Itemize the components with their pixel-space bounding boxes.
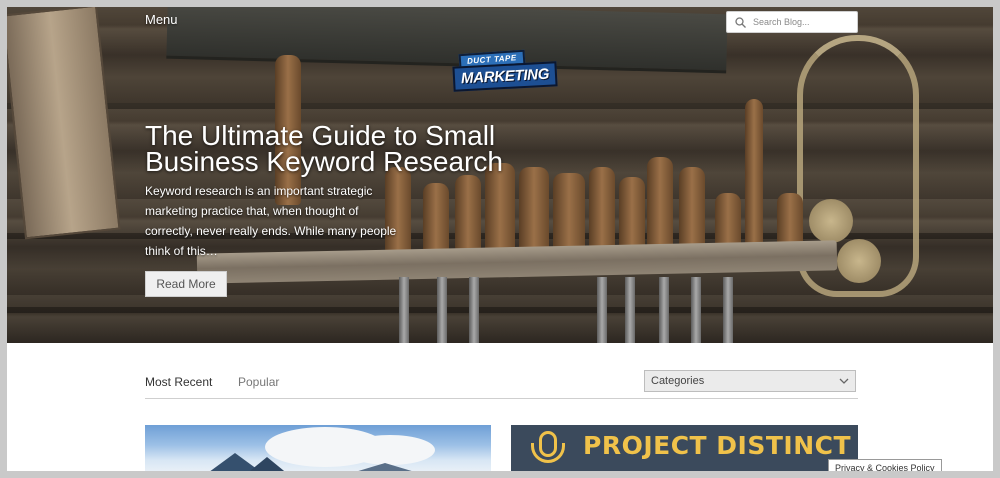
search-icon (735, 16, 746, 28)
tool-handle-image (423, 183, 449, 253)
search-box[interactable] (726, 11, 858, 33)
categories-select-value: Categories (651, 375, 705, 387)
menu-link[interactable]: Menu (145, 12, 178, 27)
mountain-shape (345, 463, 425, 471)
hero-title[interactable]: The Ultimate Guide to Small Business Key… (145, 122, 565, 176)
tool-handle-image (619, 177, 645, 253)
microphone-stand-icon (531, 443, 565, 463)
rope-knot-image (837, 239, 881, 283)
privacy-cookies-link[interactable]: Privacy & Cookies Policy (828, 459, 942, 471)
wood-board-image (7, 7, 121, 240)
tool-handle-image (553, 173, 585, 253)
chevron-down-icon (839, 378, 849, 384)
tool-handle-image (647, 157, 673, 253)
post-card-image[interactable] (145, 425, 491, 471)
chisel-blade-image (625, 277, 635, 343)
chisel-blade-image (659, 277, 669, 343)
chisel-blade-image (399, 277, 409, 343)
tool-handle-image (519, 167, 549, 251)
mountain-shape (245, 457, 289, 471)
page-frame: Menu DUCT TAPE MARKETING The Ultimate Gu… (7, 7, 993, 471)
post-card-title: PROJECT DISTINCT (583, 431, 852, 460)
tabs-divider (145, 398, 858, 399)
tab-most-recent[interactable]: Most Recent (145, 375, 212, 389)
hero-banner: Menu DUCT TAPE MARKETING The Ultimate Gu… (7, 7, 993, 343)
post-card-project-distinct[interactable]: PROJECT DISTINCT (511, 425, 858, 471)
search-input[interactable] (753, 17, 849, 27)
rope-knot-image (809, 199, 853, 243)
chisel-blade-image (469, 277, 479, 343)
site-logo[interactable]: DUCT TAPE MARKETING (452, 49, 558, 92)
tool-handle-image (745, 99, 763, 249)
chisel-blade-image (437, 277, 447, 343)
logo-bottom-text: MARKETING (452, 61, 558, 92)
tool-handle-image (679, 167, 705, 253)
cloud-shape (345, 435, 435, 465)
chisel-blade-image (597, 277, 607, 343)
plank-shadow (7, 307, 993, 313)
hero-excerpt: Keyword research is an important strateg… (145, 184, 397, 258)
tab-popular[interactable]: Popular (238, 375, 279, 389)
chisel-blade-image (691, 277, 701, 343)
tool-handle-image (455, 175, 481, 251)
chisel-blade-image (723, 277, 733, 343)
categories-select[interactable]: Categories (644, 370, 856, 392)
saw-image (166, 7, 728, 74)
read-more-button[interactable]: Read More (145, 271, 227, 297)
tool-handle-image (589, 167, 615, 253)
